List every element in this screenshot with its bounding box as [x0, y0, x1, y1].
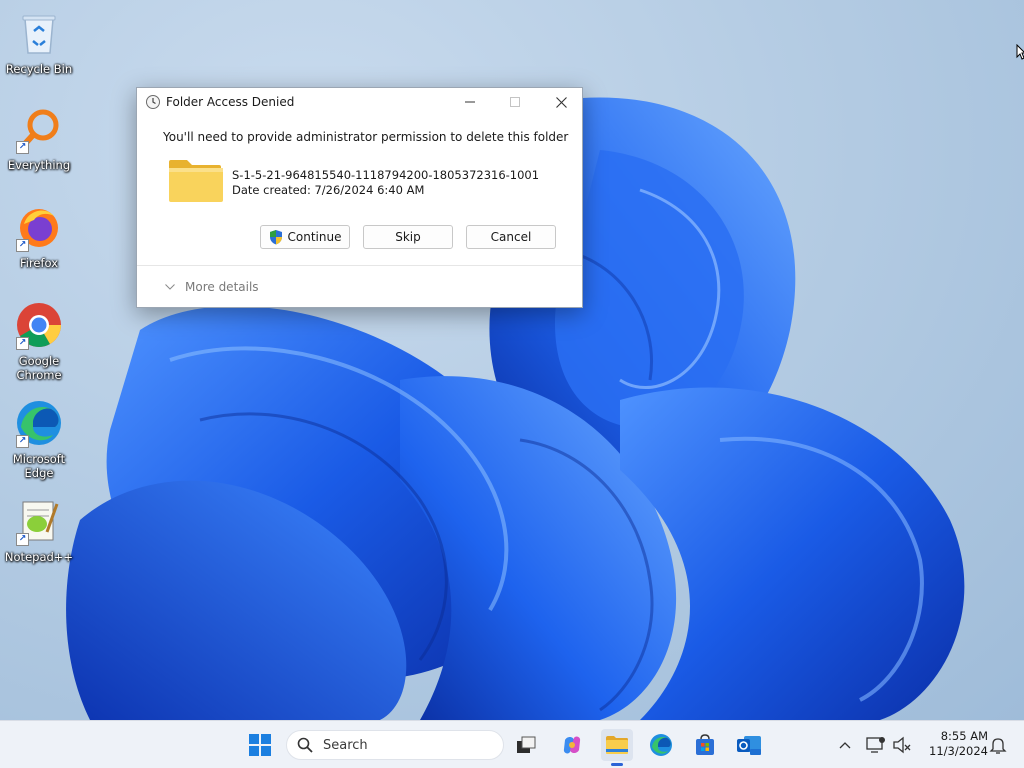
- folder-access-denied-dialog: Folder Access Denied You'll need to prov…: [136, 87, 583, 308]
- minimize-button[interactable]: [447, 88, 493, 116]
- desktop-icon-everything[interactable]: ↗ Everything: [0, 104, 78, 172]
- file-explorer-button[interactable]: [601, 729, 633, 766]
- minimize-icon: [465, 101, 475, 103]
- shortcut-arrow-icon: ↗: [16, 435, 29, 448]
- edge-icon: ↗: [14, 398, 64, 448]
- desktop-icon-recycle-bin[interactable]: Recycle Bin: [0, 8, 78, 76]
- recycle-bin-icon: [14, 8, 64, 58]
- desktop-icon-label: Google Chrome: [16, 354, 62, 382]
- shortcut-arrow-icon: ↗: [16, 239, 29, 252]
- more-details-label: More details: [185, 280, 259, 294]
- taskbar-clock[interactable]: 8:55 AM 11/3/2024: [918, 729, 988, 759]
- chrome-icon: ↗: [14, 300, 64, 350]
- continue-button[interactable]: Continue: [260, 225, 350, 249]
- search-label: Search: [323, 737, 368, 753]
- desktop-icon-edge[interactable]: ↗ Microsoft Edge: [0, 398, 78, 480]
- clock-date: 11/3/2024: [929, 744, 988, 758]
- more-details-toggle[interactable]: More details: [165, 280, 259, 294]
- desktop-icon-label: Recycle Bin: [5, 62, 73, 76]
- shortcut-arrow-icon: ↗: [16, 533, 29, 546]
- folder-date-created: Date created: 7/26/2024 6:40 AM: [232, 183, 425, 197]
- shortcut-arrow-icon: ↗: [16, 337, 29, 350]
- continue-button-label: Continue: [287, 230, 342, 244]
- desktop-icon-label: Notepad++: [4, 550, 74, 564]
- chevron-down-icon: [165, 284, 175, 290]
- maximize-button: [492, 88, 538, 116]
- outlook-icon: [737, 736, 761, 755]
- skip-button[interactable]: Skip: [363, 225, 453, 249]
- clock-time: 8:55 AM: [940, 729, 988, 743]
- store-button[interactable]: [689, 729, 721, 761]
- folder-icon: [167, 158, 223, 204]
- dialog-titlebar[interactable]: Folder Access Denied: [137, 88, 582, 116]
- outlook-button[interactable]: [733, 729, 765, 761]
- close-icon: [555, 96, 567, 108]
- shortcut-arrow-icon: ↗: [16, 141, 29, 154]
- edge-icon: [650, 734, 672, 756]
- everything-search-icon: ↗: [14, 104, 64, 154]
- maximize-icon: [510, 97, 520, 107]
- notifications-button[interactable]: [986, 733, 1010, 757]
- desktop-icon-firefox[interactable]: ↗ Firefox: [0, 202, 78, 270]
- taskbar: Search 8:55 AM 11/3/2024: [0, 720, 1024, 768]
- start-icon: [249, 734, 271, 756]
- clock-icon: [145, 94, 161, 110]
- mouse-cursor-icon: [1016, 43, 1024, 63]
- network-status-button[interactable]: [864, 733, 888, 757]
- notification-bell-icon: [989, 738, 1007, 754]
- dialog-divider: [137, 265, 582, 266]
- desktop-icon-label: Microsoft Edge: [12, 452, 66, 480]
- edge-taskbar-button[interactable]: [645, 729, 677, 761]
- active-app-indicator: [611, 763, 623, 766]
- volume-muted-icon: [893, 736, 911, 754]
- copilot-icon: [563, 736, 581, 754]
- uac-shield-icon: [269, 230, 282, 245]
- taskbar-search-box[interactable]: Search: [286, 730, 504, 760]
- dialog-message: You'll need to provide administrator per…: [163, 130, 569, 144]
- chevron-up-icon: [839, 742, 851, 749]
- copilot-button[interactable]: [556, 729, 588, 761]
- desktop-icon-chrome[interactable]: ↗ Google Chrome: [0, 300, 78, 382]
- desktop-icon-notepadpp[interactable]: ↗ Notepad++: [0, 496, 78, 564]
- volume-button[interactable]: [890, 733, 914, 757]
- folder-name: S-1-5-21-964815540-1118794200-1805372316…: [232, 168, 540, 182]
- search-icon: [297, 737, 313, 753]
- network-icon: [866, 737, 885, 753]
- task-view-icon: [517, 736, 536, 753]
- skip-button-label: Skip: [395, 230, 421, 244]
- close-button[interactable]: [538, 88, 584, 116]
- cancel-button-label: Cancel: [490, 230, 532, 244]
- task-view-button[interactable]: [510, 729, 542, 761]
- start-button[interactable]: [244, 729, 276, 761]
- file-explorer-icon: [606, 736, 628, 754]
- firefox-icon: ↗: [14, 202, 64, 252]
- desktop-icon-label: Everything: [7, 158, 71, 172]
- cancel-button[interactable]: Cancel: [466, 225, 556, 249]
- show-hidden-icons-button[interactable]: [833, 733, 857, 757]
- notepadpp-icon: ↗: [14, 496, 64, 546]
- store-icon: [696, 734, 714, 755]
- dialog-title: Folder Access Denied: [166, 95, 295, 109]
- desktop-icon-label: Firefox: [19, 256, 59, 270]
